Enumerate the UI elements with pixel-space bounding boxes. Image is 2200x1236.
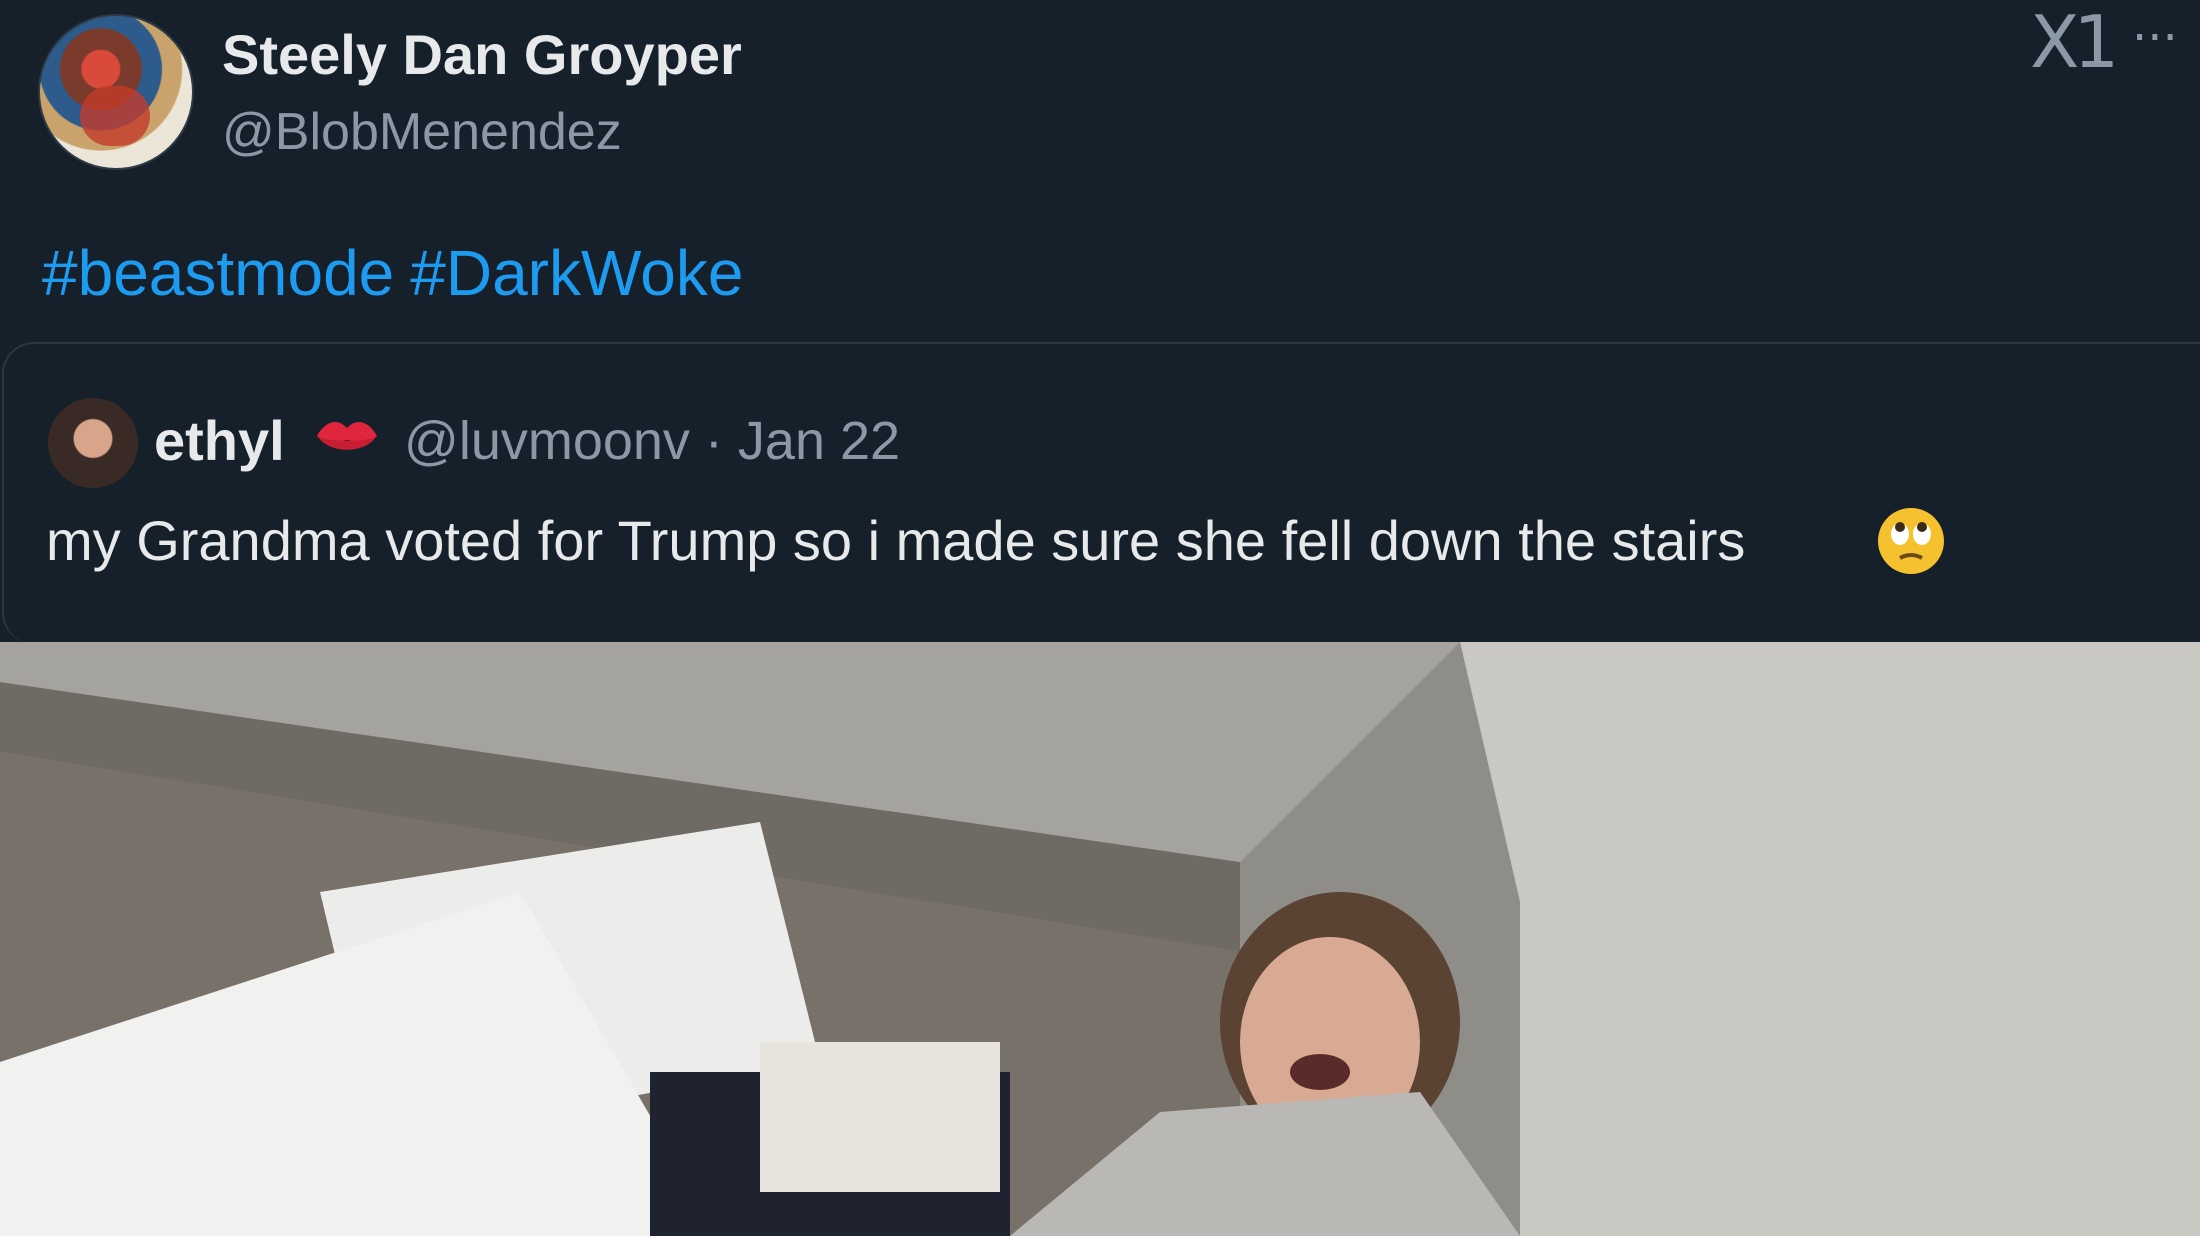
quoted-tweet-card[interactable] (2, 342, 2200, 644)
tweet-text: #beastmode #DarkWoke (42, 236, 759, 310)
author-avatar[interactable] (38, 14, 194, 170)
quoted-tweet-text: my Grandma voted for Trump so i made sur… (46, 509, 1746, 572)
author-handle[interactable]: @BlobMenendez (222, 102, 622, 162)
hashtag-link[interactable]: #DarkWoke (410, 237, 743, 309)
rolling-eyes-emoji-icon (1878, 508, 1944, 574)
quoted-handle-date[interactable]: @luvmoonv · Jan 22 (404, 410, 900, 472)
more-options-icon[interactable]: ··· (2132, 10, 2178, 66)
quoted-author-name[interactable]: ethyl (154, 408, 285, 473)
tweet-media-photo[interactable] (0, 642, 2200, 1236)
x-watermark-icon: X1 (2030, 0, 2119, 84)
tweet: Steely Dan Groyper @BlobMenendez X1 ··· … (0, 0, 2200, 1236)
photo-image (0, 642, 2200, 1236)
hashtag-link[interactable]: #beastmode (42, 237, 394, 309)
quoted-author-avatar[interactable] (48, 398, 138, 488)
author-display-name[interactable]: Steely Dan Groyper (222, 22, 742, 87)
kiss-mark-icon (317, 422, 377, 450)
